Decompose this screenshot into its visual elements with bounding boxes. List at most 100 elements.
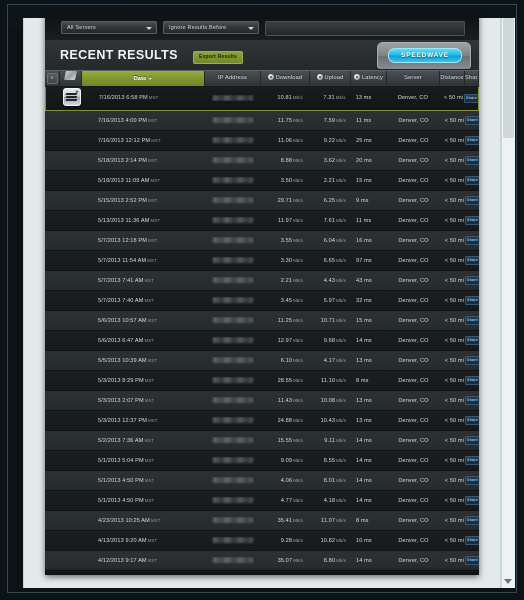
- row-share-cell[interactable]: Share: [465, 536, 479, 545]
- column-header-ip-address[interactable]: IP Address: [205, 71, 261, 86]
- share-button[interactable]: Share: [464, 93, 478, 103]
- row-share-cell[interactable]: Share: [465, 396, 479, 405]
- table-row[interactable]: 5/18/2013 2:14 PMMST 8.88Mb/s 3.62Mb/s 20 m…: [45, 151, 479, 171]
- table-row[interactable]: 5/7/2013 7:41 AMMST 2.21Mb/s 4.43Mb/s 43 ms…: [45, 271, 479, 291]
- row-badge-cell[interactable]: +: [61, 88, 83, 108]
- page-scrollbar[interactable]: [501, 18, 515, 588]
- row-timezone: MST: [147, 557, 158, 563]
- table-row[interactable]: 5/7/2013 11:54 AMMST 3.30Mb/s 6.65Mb/s 97 m…: [45, 251, 479, 271]
- share-button[interactable]: Share: [465, 196, 479, 205]
- row-share-cell[interactable]: Share: [465, 136, 479, 145]
- table-row[interactable]: 5/3/2013 2:07 PMMST 11.43Mb/s 10.08Mb/s 13 …: [45, 391, 479, 411]
- share-button[interactable]: Share: [465, 496, 479, 505]
- share-button[interactable]: Share: [465, 296, 479, 305]
- share-button[interactable]: Share: [465, 316, 479, 325]
- table-row[interactable]: 5/6/2013 6:47 AMMST 12.97Mb/s 9.68Mb/s 14 m…: [45, 331, 479, 351]
- table-row[interactable]: 5/1/2013 4:50 PMMST 4.06Mb/s 8.01Mb/s 14 ms…: [45, 471, 479, 491]
- table-row[interactable]: 5/15/2013 2:52 PMMST 29.71Mb/s 6.25Mb/s 9 m…: [45, 191, 479, 211]
- column-header-distance[interactable]: Distance: [440, 71, 465, 86]
- export-results-button[interactable]: Export Results: [193, 51, 244, 64]
- share-button[interactable]: Share: [465, 476, 479, 485]
- table-row[interactable]: 5/6/2013 10:57 AMMST 11.25Mb/s 10.71Mb/s 15…: [45, 311, 479, 331]
- row-share-cell[interactable]: Share: [465, 156, 479, 165]
- row-download: 15.55Mb/s: [261, 438, 310, 444]
- row-share-cell[interactable]: Share: [465, 456, 479, 465]
- share-button[interactable]: Share: [465, 176, 479, 185]
- table-row[interactable]: 5/7/2013 12:18 PMMST 3.55Mb/s 6.04Mb/s 16 m…: [45, 231, 479, 251]
- row-distance: < 50 mi: [444, 277, 464, 284]
- row-share-cell[interactable]: Share: [465, 256, 479, 265]
- table-row[interactable]: 4/23/2013 10:25 AMMST 35.41Mb/s 11.07Mb/s 8…: [45, 511, 479, 531]
- row-share-cell[interactable]: Share: [465, 556, 479, 565]
- scroll-down-arrow-icon[interactable]: [504, 579, 512, 584]
- table-row[interactable]: 5/1/2013 5:04 PMMST 9.09Mb/s 8.55Mb/s 14 ms…: [45, 451, 479, 471]
- table-row[interactable]: 5/13/2013 11:36 AMMST 11.97Mb/s 7.61Mb/s 11…: [45, 211, 479, 231]
- row-share-cell[interactable]: Share: [465, 316, 479, 325]
- share-button[interactable]: Share: [465, 336, 479, 345]
- redacted-ip: [213, 137, 253, 144]
- share-button[interactable]: Share: [465, 116, 479, 125]
- column-header-upload[interactable]: Upload: [310, 71, 351, 86]
- row-share-cell[interactable]: Share: [465, 356, 479, 365]
- row-share-cell[interactable]: Share: [465, 116, 479, 125]
- server-filter-select[interactable]: All Servers: [61, 21, 157, 34]
- row-share-cell[interactable]: Share: [465, 436, 479, 445]
- column-header-close[interactable]: x: [45, 71, 60, 86]
- row-share-cell[interactable]: Share: [465, 216, 479, 225]
- date-filter-select[interactable]: Ignore Results Before: [163, 21, 259, 34]
- table-row[interactable]: 5/7/2013 7:40 AMMST 3.45Mb/s 5.97Mb/s 32 ms…: [45, 291, 479, 311]
- row-timezone: MST: [147, 117, 158, 123]
- share-button[interactable]: Share: [465, 396, 479, 405]
- share-button[interactable]: Share: [465, 276, 479, 285]
- share-button[interactable]: Share: [465, 556, 479, 565]
- share-button[interactable]: Share: [465, 156, 479, 165]
- table-row[interactable]: 5/2/2013 7:36 AMMST 15.55Mb/s 9.11Mb/s 14 m…: [45, 431, 479, 451]
- table-row[interactable]: 5/5/2013 10:39 AMMST 6.10Mb/s 4.17Mb/s 13 m…: [45, 351, 479, 371]
- share-button[interactable]: Share: [465, 416, 479, 425]
- column-header-flag[interactable]: [60, 71, 82, 86]
- row-share-cell[interactable]: Share: [465, 496, 479, 505]
- share-button[interactable]: Share: [465, 236, 479, 245]
- row-share-cell[interactable]: Share: [465, 336, 479, 345]
- row-share-cell[interactable]: Share: [465, 236, 479, 245]
- page-scrollbar-thumb[interactable]: [503, 18, 514, 138]
- share-button[interactable]: Share: [465, 456, 479, 465]
- table-row[interactable]: 4/9/2013 9:34 AMMST22.06Mb/s4.55Mb/s10 m…: [45, 571, 479, 575]
- table-row[interactable]: 5/3/2013 8:29 PMMST 28.55Mb/s 11.10Mb/s 8 m…: [45, 371, 479, 391]
- row-share-cell[interactable]: Share: [465, 516, 479, 525]
- share-button[interactable]: Share: [465, 536, 479, 545]
- share-button[interactable]: Share: [465, 256, 479, 265]
- column-header-date[interactable]: Date ▼: [82, 71, 205, 86]
- row-download: 35.41Mb/s: [261, 518, 310, 524]
- row-upload: 7.31Mb/s: [310, 95, 351, 101]
- row-share-cell[interactable]: Share: [465, 416, 479, 425]
- share-button[interactable]: Share: [465, 356, 479, 365]
- column-header-share[interactable]: Share: [465, 71, 479, 86]
- column-header-download[interactable]: Download: [261, 71, 310, 86]
- row-share-cell[interactable]: Share: [465, 296, 479, 305]
- row-share-cell[interactable]: Share: [465, 276, 479, 285]
- table-row[interactable]: 4/13/2013 9:20 AMMST 9.28Mb/s 10.82Mb/s 10 …: [45, 531, 479, 551]
- table-row[interactable]: 4/12/2013 9:17 AMMST 35.07Mb/s 8.80Mb/s 14 …: [45, 551, 479, 571]
- table-row[interactable]: 7/16/2013 4:00 PMMST 11.75Mb/s 7.59Mb/s 11 …: [45, 111, 479, 131]
- table-row[interactable]: 7/16/2013 12:12 PMMST 11.06Mb/s 9.22Mb/s 25…: [45, 131, 479, 151]
- table-row[interactable]: 5/3/2013 12:37 PMMST 24.88Mb/s 10.43Mb/s 13…: [45, 411, 479, 431]
- table-row[interactable]: 5/18/2013 11:09 AMMST 3.50Mb/s 2.21Mb/s 15 …: [45, 171, 479, 191]
- share-button[interactable]: Share: [465, 216, 479, 225]
- table-row[interactable]: +7/16/2013 6:58 PMMST 10.81Mb/s 7.31Mb/s 13…: [45, 85, 479, 111]
- row-ip-address: [205, 377, 261, 384]
- share-button[interactable]: Share: [465, 516, 479, 525]
- row-share-cell[interactable]: Share: [465, 376, 479, 385]
- redacted-ip: [213, 457, 253, 464]
- brand-tab[interactable]: SPEEDWAVE: [377, 42, 471, 69]
- share-button[interactable]: Share: [465, 376, 479, 385]
- row-share-cell[interactable]: Share: [465, 176, 479, 185]
- share-button[interactable]: Share: [465, 436, 479, 445]
- share-button[interactable]: Share: [465, 136, 479, 145]
- table-row[interactable]: 5/1/2013 4:50 PMMST 4.77Mb/s 4.18Mb/s 14 ms…: [45, 491, 479, 511]
- row-share-cell[interactable]: Share: [464, 93, 478, 103]
- row-share-cell[interactable]: Share: [465, 196, 479, 205]
- column-header-server[interactable]: Server: [387, 71, 440, 86]
- column-header-latency[interactable]: Latency: [351, 71, 387, 86]
- row-share-cell[interactable]: Share: [465, 476, 479, 485]
